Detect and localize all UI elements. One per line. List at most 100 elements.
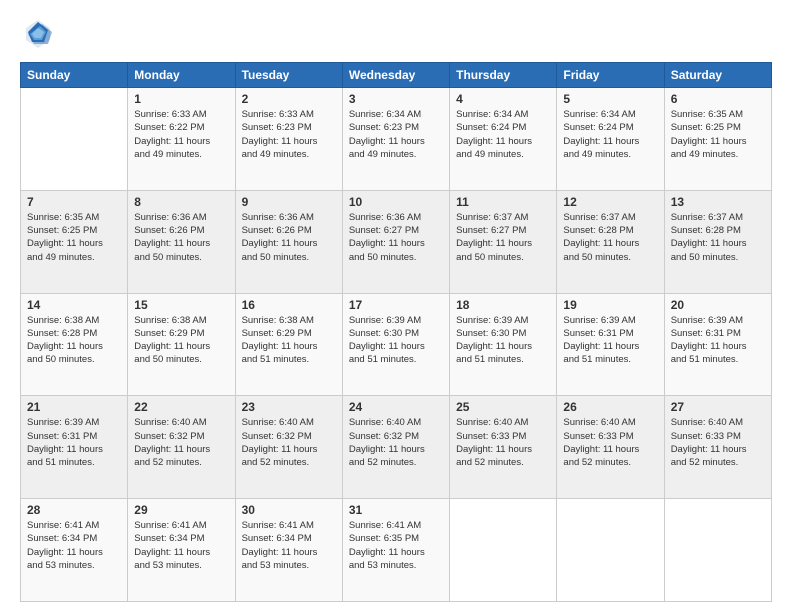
day-info: Sunrise: 6:35 AM Sunset: 6:25 PM Dayligh…: [671, 108, 765, 161]
day-info: Sunrise: 6:39 AM Sunset: 6:31 PM Dayligh…: [27, 416, 121, 469]
day-info: Sunrise: 6:40 AM Sunset: 6:33 PM Dayligh…: [563, 416, 657, 469]
day-cell: 24 Sunrise: 6:40 AM Sunset: 6:32 PM Dayli…: [342, 396, 449, 499]
week-row-2: 7 Sunrise: 6:35 AM Sunset: 6:25 PM Daylig…: [21, 190, 772, 293]
day-cell: 20 Sunrise: 6:39 AM Sunset: 6:31 PM Dayli…: [664, 293, 771, 396]
day-number: 20: [671, 298, 765, 312]
day-number: 14: [27, 298, 121, 312]
day-info: Sunrise: 6:38 AM Sunset: 6:29 PM Dayligh…: [134, 314, 228, 367]
day-number: 8: [134, 195, 228, 209]
day-info: Sunrise: 6:36 AM Sunset: 6:26 PM Dayligh…: [134, 211, 228, 264]
day-cell: [664, 499, 771, 602]
day-info: Sunrise: 6:41 AM Sunset: 6:35 PM Dayligh…: [349, 519, 443, 572]
day-cell: 27 Sunrise: 6:40 AM Sunset: 6:33 PM Dayli…: [664, 396, 771, 499]
page: SundayMondayTuesdayWednesdayThursdayFrid…: [0, 0, 792, 612]
day-number: 26: [563, 400, 657, 414]
day-info: Sunrise: 6:34 AM Sunset: 6:23 PM Dayligh…: [349, 108, 443, 161]
day-cell: 15 Sunrise: 6:38 AM Sunset: 6:29 PM Dayli…: [128, 293, 235, 396]
day-number: 28: [27, 503, 121, 517]
day-header-tuesday: Tuesday: [235, 63, 342, 88]
day-cell: 21 Sunrise: 6:39 AM Sunset: 6:31 PM Dayli…: [21, 396, 128, 499]
day-cell: 14Sunrise: 6:38 AM Sunset: 6:28 PM Dayli…: [21, 293, 128, 396]
day-cell: 17Sunrise: 6:39 AM Sunset: 6:30 PM Dayli…: [342, 293, 449, 396]
day-cell: 4 Sunrise: 6:34 AM Sunset: 6:24 PM Daylig…: [450, 88, 557, 191]
day-info: Sunrise: 6:40 AM Sunset: 6:32 PM Dayligh…: [242, 416, 336, 469]
day-cell: 9 Sunrise: 6:36 AM Sunset: 6:26 PM Daylig…: [235, 190, 342, 293]
day-number: 29: [134, 503, 228, 517]
day-info: Sunrise: 6:41 AM Sunset: 6:34 PM Dayligh…: [27, 519, 121, 572]
day-cell: 22Sunrise: 6:40 AM Sunset: 6:32 PM Dayli…: [128, 396, 235, 499]
day-cell: 5 Sunrise: 6:34 AM Sunset: 6:24 PM Daylig…: [557, 88, 664, 191]
day-cell: 10 Sunrise: 6:36 AM Sunset: 6:27 PM Dayli…: [342, 190, 449, 293]
day-info: Sunrise: 6:41 AM Sunset: 6:34 PM Dayligh…: [242, 519, 336, 572]
day-info: Sunrise: 6:37 AM Sunset: 6:28 PM Dayligh…: [671, 211, 765, 264]
day-number: 4: [456, 92, 550, 106]
day-number: 10: [349, 195, 443, 209]
day-cell: 3Sunrise: 6:34 AM Sunset: 6:23 PM Daylig…: [342, 88, 449, 191]
day-number: 18: [456, 298, 550, 312]
day-cell: 18 Sunrise: 6:39 AM Sunset: 6:30 PM Dayli…: [450, 293, 557, 396]
day-cell: 25Sunrise: 6:40 AM Sunset: 6:33 PM Dayli…: [450, 396, 557, 499]
day-cell: 23Sunrise: 6:40 AM Sunset: 6:32 PM Dayli…: [235, 396, 342, 499]
day-header-saturday: Saturday: [664, 63, 771, 88]
day-header-sunday: Sunday: [21, 63, 128, 88]
day-info: Sunrise: 6:35 AM Sunset: 6:25 PM Dayligh…: [27, 211, 121, 264]
day-cell: 31Sunrise: 6:41 AM Sunset: 6:35 PM Dayli…: [342, 499, 449, 602]
week-row-5: 28 Sunrise: 6:41 AM Sunset: 6:34 PM Dayli…: [21, 499, 772, 602]
day-info: Sunrise: 6:39 AM Sunset: 6:31 PM Dayligh…: [671, 314, 765, 367]
day-info: Sunrise: 6:33 AM Sunset: 6:22 PM Dayligh…: [134, 108, 228, 161]
day-number: 25: [456, 400, 550, 414]
header: [20, 16, 772, 52]
day-info: Sunrise: 6:34 AM Sunset: 6:24 PM Dayligh…: [563, 108, 657, 161]
week-row-4: 21 Sunrise: 6:39 AM Sunset: 6:31 PM Dayli…: [21, 396, 772, 499]
day-number: 15: [134, 298, 228, 312]
day-info: Sunrise: 6:37 AM Sunset: 6:27 PM Dayligh…: [456, 211, 550, 264]
day-info: Sunrise: 6:38 AM Sunset: 6:29 PM Dayligh…: [242, 314, 336, 367]
day-number: 16: [242, 298, 336, 312]
day-number: 17: [349, 298, 443, 312]
day-cell: [557, 499, 664, 602]
day-info: Sunrise: 6:39 AM Sunset: 6:30 PM Dayligh…: [456, 314, 550, 367]
day-cell: 30 Sunrise: 6:41 AM Sunset: 6:34 PM Dayli…: [235, 499, 342, 602]
day-cell: [450, 499, 557, 602]
calendar-table: SundayMondayTuesdayWednesdayThursdayFrid…: [20, 62, 772, 602]
day-cell: 28 Sunrise: 6:41 AM Sunset: 6:34 PM Dayli…: [21, 499, 128, 602]
day-cell: 16 Sunrise: 6:38 AM Sunset: 6:29 PM Dayli…: [235, 293, 342, 396]
day-cell: 7 Sunrise: 6:35 AM Sunset: 6:25 PM Daylig…: [21, 190, 128, 293]
day-number: 24: [349, 400, 443, 414]
day-info: Sunrise: 6:41 AM Sunset: 6:34 PM Dayligh…: [134, 519, 228, 572]
day-header-monday: Monday: [128, 63, 235, 88]
day-number: 21: [27, 400, 121, 414]
day-info: Sunrise: 6:40 AM Sunset: 6:33 PM Dayligh…: [671, 416, 765, 469]
day-info: Sunrise: 6:34 AM Sunset: 6:24 PM Dayligh…: [456, 108, 550, 161]
day-cell: 6 Sunrise: 6:35 AM Sunset: 6:25 PM Daylig…: [664, 88, 771, 191]
logo: [20, 16, 60, 52]
logo-icon: [20, 16, 56, 52]
day-header-wednesday: Wednesday: [342, 63, 449, 88]
week-row-1: 1 Sunrise: 6:33 AM Sunset: 6:22 PM Daylig…: [21, 88, 772, 191]
day-number: 13: [671, 195, 765, 209]
day-info: Sunrise: 6:36 AM Sunset: 6:27 PM Dayligh…: [349, 211, 443, 264]
day-number: 22: [134, 400, 228, 414]
day-number: 11: [456, 195, 550, 209]
day-info: Sunrise: 6:33 AM Sunset: 6:23 PM Dayligh…: [242, 108, 336, 161]
day-number: 6: [671, 92, 765, 106]
day-number: 7: [27, 195, 121, 209]
day-cell: 26 Sunrise: 6:40 AM Sunset: 6:33 PM Dayli…: [557, 396, 664, 499]
day-header-friday: Friday: [557, 63, 664, 88]
day-cell: 19 Sunrise: 6:39 AM Sunset: 6:31 PM Dayli…: [557, 293, 664, 396]
week-row-3: 14Sunrise: 6:38 AM Sunset: 6:28 PM Dayli…: [21, 293, 772, 396]
day-cell: 2 Sunrise: 6:33 AM Sunset: 6:23 PM Daylig…: [235, 88, 342, 191]
day-info: Sunrise: 6:39 AM Sunset: 6:31 PM Dayligh…: [563, 314, 657, 367]
day-info: Sunrise: 6:36 AM Sunset: 6:26 PM Dayligh…: [242, 211, 336, 264]
day-cell: 11 Sunrise: 6:37 AM Sunset: 6:27 PM Dayli…: [450, 190, 557, 293]
day-number: 2: [242, 92, 336, 106]
day-number: 1: [134, 92, 228, 106]
day-cell: 12Sunrise: 6:37 AM Sunset: 6:28 PM Dayli…: [557, 190, 664, 293]
day-header-thursday: Thursday: [450, 63, 557, 88]
day-info: Sunrise: 6:40 AM Sunset: 6:32 PM Dayligh…: [349, 416, 443, 469]
day-number: 9: [242, 195, 336, 209]
day-number: 27: [671, 400, 765, 414]
day-number: 19: [563, 298, 657, 312]
day-number: 5: [563, 92, 657, 106]
day-number: 30: [242, 503, 336, 517]
